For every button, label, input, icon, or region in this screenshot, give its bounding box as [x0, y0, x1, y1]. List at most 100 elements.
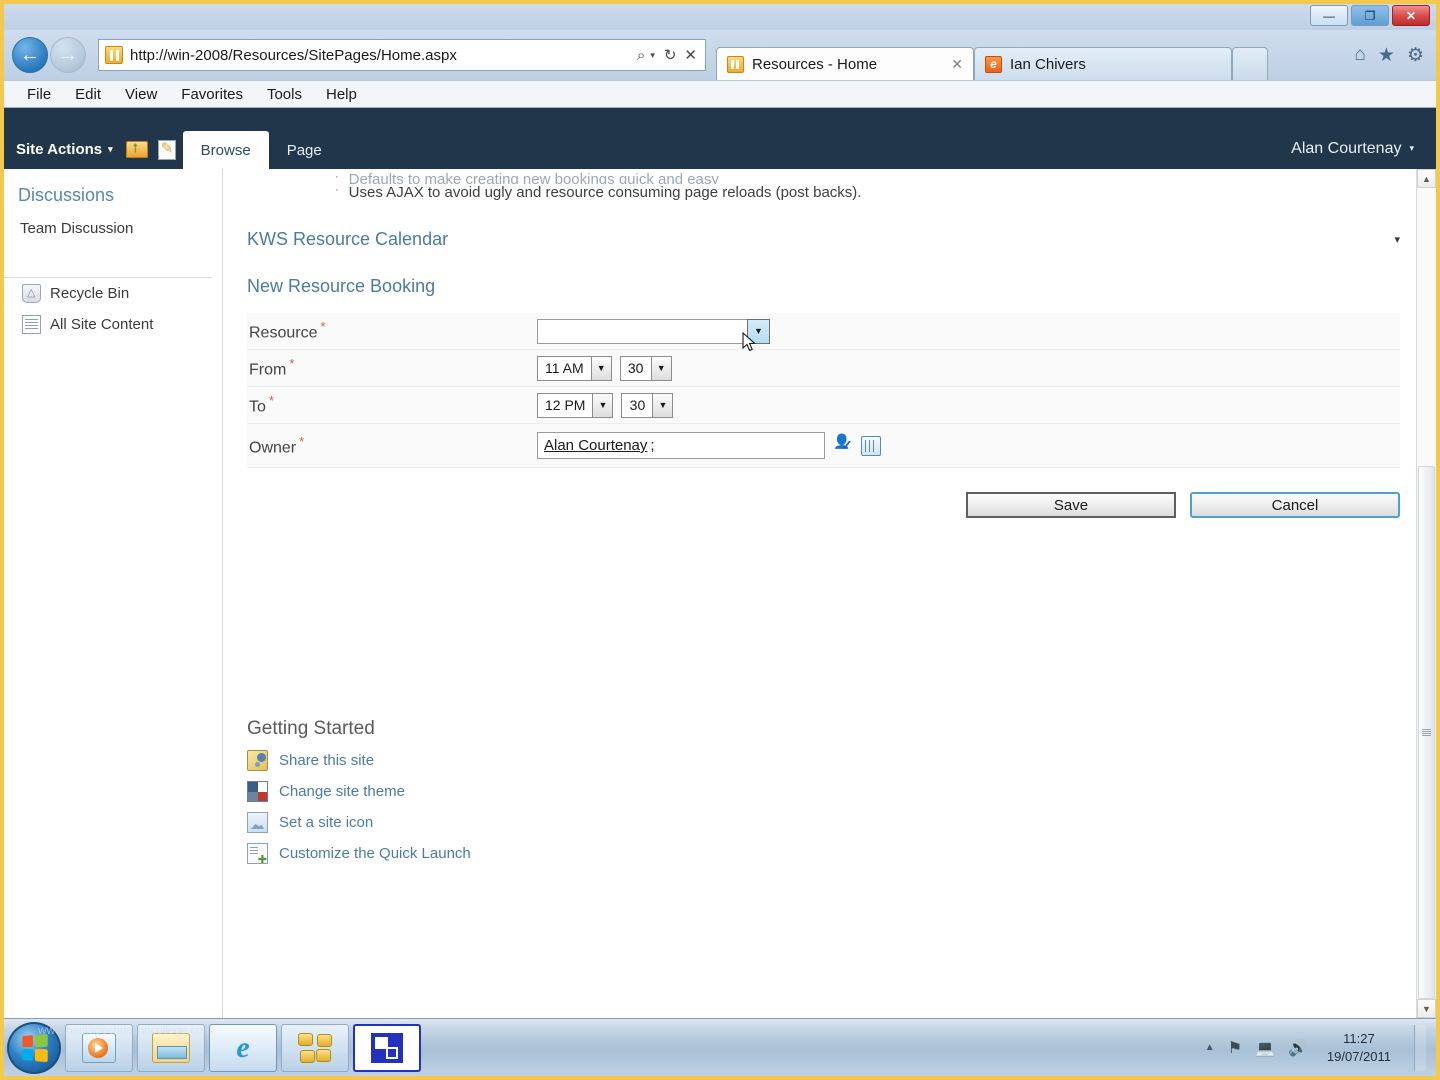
page-scrollbar[interactable]: ▲ ▼	[1416, 169, 1436, 1018]
taskbar-item-capture-app[interactable]	[353, 1023, 421, 1072]
sidebar-item-team-discussion[interactable]: Team Discussion	[4, 216, 222, 237]
new-tab-button[interactable]	[1232, 47, 1268, 80]
form-row-resource: Resource * ▼	[247, 313, 1400, 351]
scroll-up-button[interactable]: ▲	[1417, 169, 1436, 188]
owner-people-picker[interactable]: Alan Courtenay ;	[537, 432, 825, 459]
home-icon[interactable]: ⌂	[1354, 44, 1365, 66]
edit-page-button[interactable]	[153, 137, 183, 163]
forward-button[interactable]: →	[50, 37, 86, 73]
bullet-dot-icon: ·	[335, 171, 339, 183]
close-icon[interactable]: ✕	[951, 56, 963, 73]
sidebar-item-recycle-bin[interactable]: Recycle Bin	[4, 278, 222, 309]
back-button[interactable]: ←	[12, 37, 48, 73]
taskbar-item-internet-explorer[interactable]: e	[209, 1023, 277, 1072]
volume-icon[interactable]: 🔊	[1288, 1038, 1308, 1058]
restore-button[interactable]: ❐	[1351, 5, 1389, 26]
menu-edit[interactable]: Edit	[64, 83, 112, 106]
chevron-down-icon: ▾	[1409, 143, 1414, 153]
stop-icon[interactable]: ✕	[680, 46, 701, 64]
close-button[interactable]: ✕	[1392, 5, 1430, 26]
tab-ian-chivers[interactable]: e Ian Chivers	[974, 47, 1232, 80]
intro-bullet-list: · Defaults to make creating new bookings…	[247, 169, 1436, 201]
form-row-owner: Owner * Alan Courtenay ;	[247, 424, 1400, 468]
show-hidden-icons-icon[interactable]: ▲	[1205, 1042, 1215, 1053]
to-minute-select[interactable]: 30 ▼	[621, 392, 674, 418]
tab-page[interactable]: Page	[269, 131, 340, 169]
chevron-down-icon[interactable]: ▾	[1394, 233, 1400, 246]
network-icon[interactable]: 💻	[1255, 1038, 1275, 1058]
menu-file[interactable]: File	[16, 83, 62, 106]
save-button[interactable]: Save	[966, 492, 1176, 518]
minimize-button[interactable]: —	[1310, 5, 1348, 26]
form-action-buttons: Save Cancel	[247, 492, 1436, 518]
action-center-flag-icon[interactable]: ⚑	[1228, 1038, 1242, 1058]
taskbar-item-puzzle-app[interactable]	[281, 1023, 349, 1072]
gear-icon[interactable]: ⚙	[1407, 44, 1424, 67]
resource-input[interactable]	[537, 318, 747, 344]
chevron-down-icon[interactable]: ▼	[650, 356, 671, 380]
link-customize-quick-launch[interactable]: Customize the Quick Launch	[247, 843, 1436, 866]
tab-browse[interactable]: Browse	[182, 131, 269, 169]
to-hour-select[interactable]: 12 PM ▼	[537, 392, 614, 418]
form-heading: New Resource Booking	[247, 276, 436, 296]
link-set-a-site-icon[interactable]: Set a site icon	[247, 812, 1436, 833]
show-desktop-button[interactable]	[1414, 1024, 1426, 1071]
sharepoint-favicon-icon	[105, 46, 123, 64]
chevron-down-icon[interactable]: ▼	[652, 393, 673, 417]
label-owner: Owner *	[247, 434, 537, 457]
address-bar[interactable]: http://win-2008/Resources/SitePages/Home…	[98, 39, 706, 71]
resource-combobox[interactable]: ▼	[537, 318, 770, 351]
sidebar-item-all-site-content[interactable]: All Site Content	[4, 309, 222, 340]
menu-tools[interactable]: Tools	[256, 83, 313, 106]
windows-logo-icon	[22, 1033, 48, 1062]
menu-help[interactable]: Help	[315, 83, 368, 106]
cancel-button[interactable]: Cancel	[1190, 492, 1400, 518]
address-book-icon[interactable]	[861, 435, 881, 456]
chevron-down-icon[interactable]: ▼	[592, 393, 613, 417]
label-text: Owner	[249, 439, 297, 457]
clock[interactable]: 11:27 19/07/2011	[1321, 1030, 1401, 1065]
webpart-title[interactable]: KWS Resource Calendar	[247, 229, 448, 250]
scrollbar-track-upper[interactable]	[1417, 188, 1436, 466]
start-button[interactable]	[7, 1021, 61, 1074]
user-menu[interactable]: Alan Courtenay ▾	[1291, 140, 1414, 158]
chevron-down-icon[interactable]: ▼	[590, 356, 611, 380]
scrollbar-thumb[interactable]	[1418, 466, 1435, 999]
recycle-bin-icon	[22, 284, 41, 303]
main-content: · Defaults to make creating new bookings…	[223, 169, 1436, 1018]
field-owner: Alan Courtenay ;	[537, 432, 1400, 459]
link-change-site-theme[interactable]: Change site theme	[247, 781, 1436, 802]
tab-resources-home[interactable]: Resources - Home ✕	[716, 47, 974, 80]
sidebar-heading-discussions[interactable]: Discussions	[4, 185, 222, 216]
search-icon[interactable]: ⌕	[633, 47, 649, 64]
link-share-this-site[interactable]: Share this site	[247, 750, 1436, 771]
page-body: Discussions Team Discussion Recycle Bin …	[4, 169, 1436, 1018]
check-names-icon[interactable]	[833, 433, 853, 456]
required-marker: *	[289, 356, 295, 372]
site-actions-menu[interactable]: Site Actions ▾	[4, 141, 123, 158]
refresh-icon[interactable]: ↻	[660, 46, 681, 64]
navigate-up-button[interactable]	[123, 137, 153, 163]
page-viewport: Site Actions ▾ Browse Page Alan Courtena…	[4, 108, 1436, 1018]
internet-explorer-icon: e	[236, 1030, 250, 1064]
taskbar-item-media-player[interactable]	[65, 1023, 133, 1072]
favorites-star-icon[interactable]: ★	[1378, 44, 1395, 67]
address-input[interactable]: http://win-2008/Resources/SitePages/Home…	[130, 47, 633, 64]
field-to: 12 PM ▼ 30 ▼	[537, 392, 1400, 418]
required-marker: *	[268, 393, 274, 409]
menu-view[interactable]: View	[114, 83, 168, 106]
from-minute-select[interactable]: 30 ▼	[619, 355, 672, 381]
from-hour-select[interactable]: 11 AM ▼	[537, 355, 612, 381]
scroll-down-button[interactable]: ▼	[1417, 999, 1436, 1018]
resource-dropdown-button[interactable]: ▼	[747, 318, 770, 344]
required-marker: *	[299, 433, 305, 449]
link-label: Change site theme	[279, 783, 405, 800]
to-minute-value: 30	[629, 397, 646, 413]
scrollbar-grip-icon	[1422, 729, 1431, 736]
chevron-down-icon[interactable]: ▾	[649, 50, 660, 61]
taskbar-item-file-explorer[interactable]	[137, 1023, 205, 1072]
label-text: Resource	[249, 324, 318, 342]
clock-time: 11:27	[1343, 1030, 1375, 1046]
menu-favorites[interactable]: Favorites	[170, 83, 254, 106]
site-actions-label: Site Actions	[16, 141, 103, 158]
